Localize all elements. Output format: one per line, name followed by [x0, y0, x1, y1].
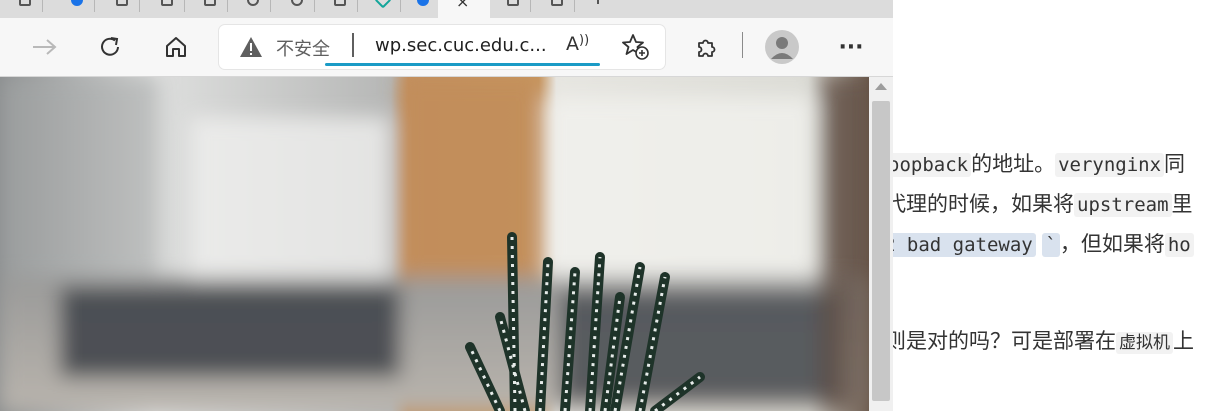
browser-window: × 不安全 wp.sec.cuc.edu.c... A)) ···: [0, 0, 894, 411]
home-icon: [166, 37, 186, 57]
warning-icon[interactable]: [239, 36, 263, 58]
text-span: 代理的时候，如果将: [893, 192, 1074, 216]
close-tab-icon[interactable]: ×: [456, 0, 469, 11]
url-text[interactable]: wp.sec.cuc.edu.c...: [375, 35, 547, 56]
inline-code: oopback: [893, 153, 972, 177]
article-line-3: 2 bad gateway ` ，但如果将 ho: [893, 228, 1194, 258]
refresh-button[interactable]: [91, 28, 129, 66]
tab-favicon-icon: [116, 0, 128, 6]
inline-code: 虚拟机: [1116, 332, 1173, 354]
tab-strip: ×: [0, 0, 893, 18]
forward-arrow-icon: [33, 39, 57, 55]
text-span: 则是对的吗？可是部署在: [893, 329, 1116, 353]
tab-favicon-icon: [551, 0, 563, 6]
more-menu-button[interactable]: ···: [832, 28, 870, 66]
refresh-icon: [101, 37, 119, 56]
article-line-1: oopback 的地址。 verynginx 同: [893, 148, 1185, 178]
text-span: 里: [1171, 192, 1193, 216]
extensions-button[interactable]: [688, 28, 726, 66]
tab-favicon-icon: [247, 0, 259, 6]
address-bar[interactable]: 不安全 wp.sec.cuc.edu.c... A)): [219, 25, 665, 69]
inline-code: verynginx: [1055, 153, 1165, 177]
tab[interactable]: [236, 0, 271, 12]
security-status-label[interactable]: 不安全: [276, 35, 330, 61]
tab-favicon-icon: [374, 0, 392, 9]
tab-favicon-icon: [291, 0, 303, 6]
article-line-4: 则是对的吗？可是部署在 虚拟机上: [893, 325, 1194, 355]
text-span: 上: [1173, 329, 1194, 353]
tab[interactable]: [193, 0, 228, 12]
scroll-up-arrow-icon[interactable]: [875, 83, 887, 90]
tab[interactable]: [366, 0, 401, 12]
inline-code: ho: [1164, 233, 1194, 257]
text-span: ，但如果将: [1059, 232, 1165, 256]
tab[interactable]: [540, 0, 575, 12]
tab[interactable]: [496, 0, 531, 12]
tab[interactable]: [8, 0, 43, 12]
tab-favicon-icon: [417, 0, 429, 6]
text-span: 的地址。: [971, 152, 1056, 176]
highlighted-code: `: [1042, 233, 1060, 257]
tab[interactable]: [323, 0, 358, 12]
tab-favicon-icon: [71, 0, 83, 6]
article-text-panel: oopback 的地址。 verynginx 同 代理的时候，如果将 upstream 里…: [893, 0, 1225, 411]
page-hero-image: [0, 77, 869, 411]
scroll-thumb[interactable]: [872, 101, 890, 401]
new-tab-icon[interactable]: [597, 0, 599, 4]
add-favorite-icon[interactable]: [621, 33, 651, 61]
browser-toolbar: 不安全 wp.sec.cuc.edu.c... A)) ···: [0, 18, 893, 77]
url-underline: [325, 63, 600, 66]
forward-button[interactable]: [26, 28, 64, 66]
avatar-icon: [765, 30, 799, 64]
article-line-2: 代理的时候，如果将 upstream 里: [893, 188, 1193, 218]
address-separator: [352, 33, 354, 57]
tab-favicon-icon: [334, 0, 346, 6]
text-span: 同: [1164, 152, 1186, 176]
tab-favicon-icon: [204, 0, 216, 6]
read-aloud-icon[interactable]: A)): [566, 33, 589, 55]
tab-favicon-icon: [507, 0, 519, 6]
highlighted-code: 2 bad gateway: [893, 233, 1036, 257]
home-button[interactable]: [157, 28, 195, 66]
puzzle-icon: [698, 39, 716, 57]
inline-code: upstream: [1074, 193, 1172, 217]
tab[interactable]: [280, 0, 315, 12]
profile-button[interactable]: [763, 28, 801, 66]
page-scrollbar[interactable]: [869, 77, 893, 411]
tab[interactable]: [406, 0, 441, 12]
tab-favicon-icon: [19, 0, 31, 6]
tab-favicon-icon: [161, 0, 173, 6]
plant-photo-icon: [0, 77, 869, 411]
toolbar-separator: [742, 32, 743, 58]
tab[interactable]: [150, 0, 185, 12]
tab[interactable]: [105, 0, 140, 12]
tab[interactable]: [60, 0, 95, 12]
